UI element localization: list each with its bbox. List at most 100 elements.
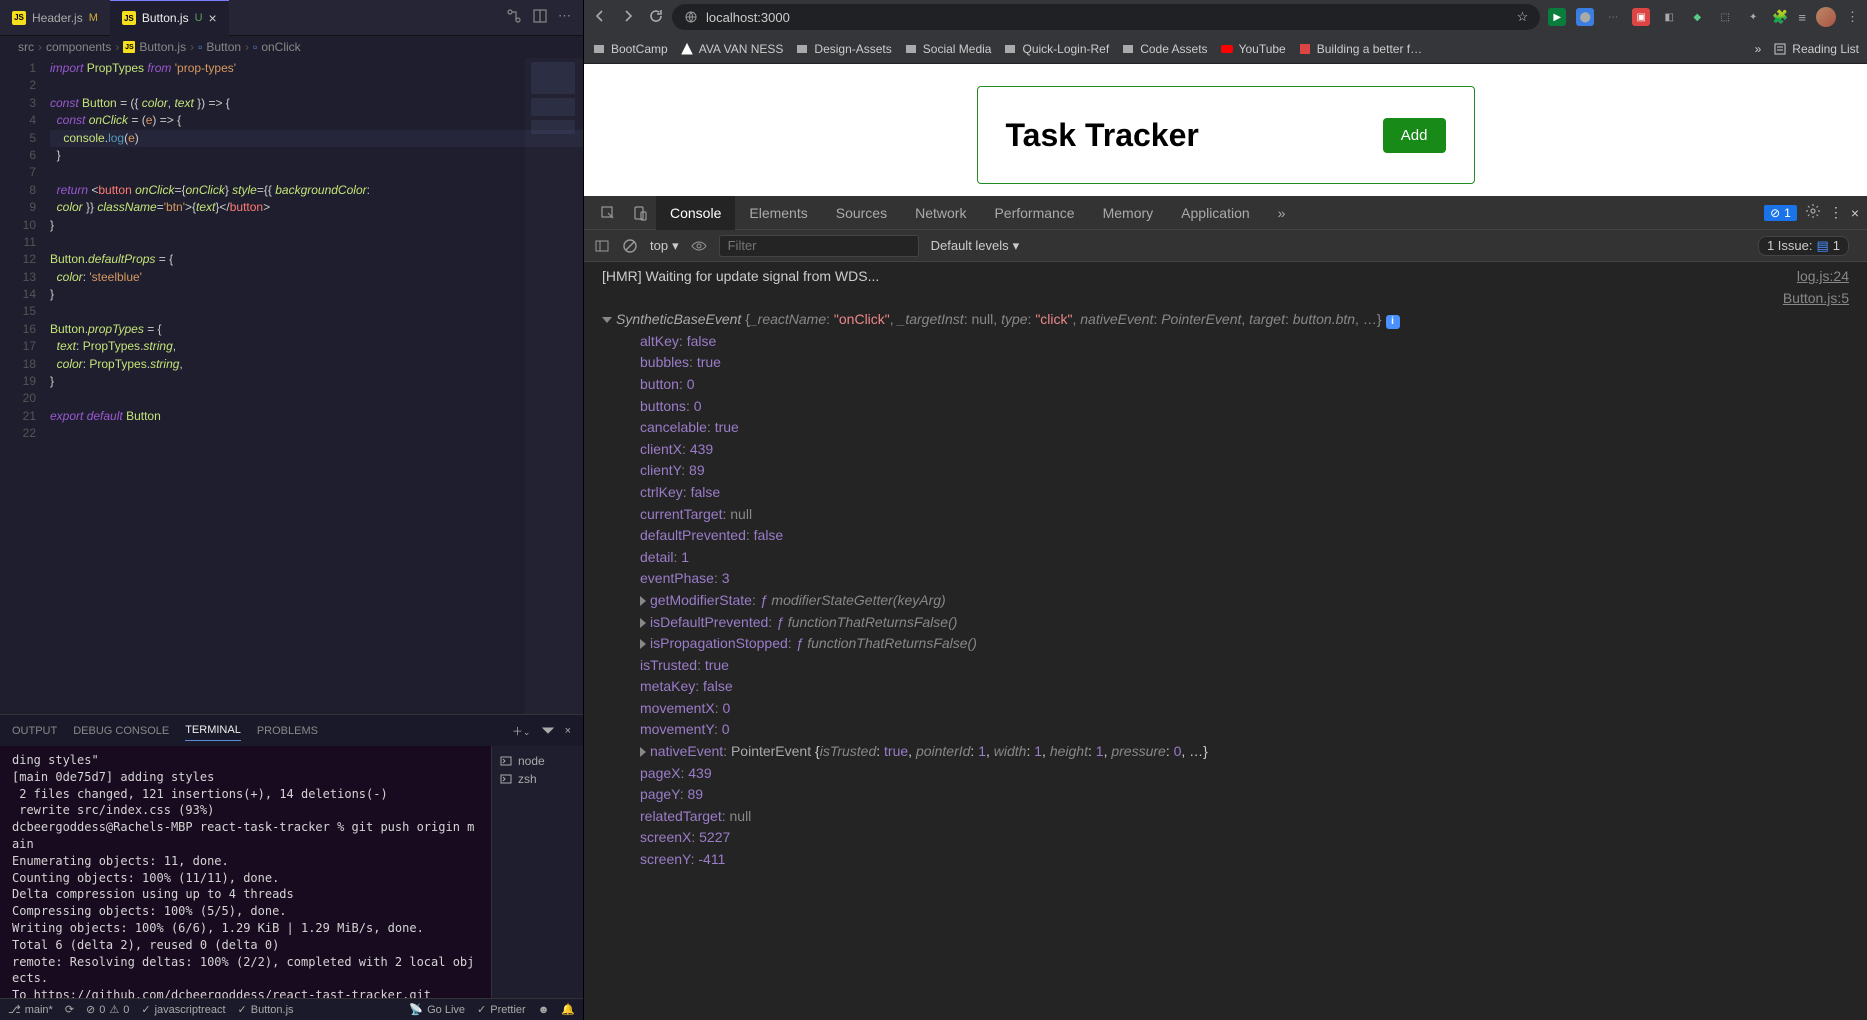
address-bar[interactable]: localhost:3000 ☆ <box>672 4 1540 30</box>
crumb[interactable]: src <box>18 40 34 54</box>
ext-icon[interactable]: ◧ <box>1660 8 1678 26</box>
browser-panel: localhost:3000 ☆ ▶ ⬤ ⋯ ▣ ◧ ◆ ⬚ ✦ 🧩 ≡ ⋮ B… <box>584 0 1867 1020</box>
url-text: localhost:3000 <box>706 10 790 25</box>
console-toolbar: top ▾ Default levels ▾ 1 Issue: ▤ 1 <box>584 230 1867 262</box>
js-icon: JS <box>12 11 26 25</box>
bookmark[interactable]: YouTube <box>1220 42 1286 56</box>
scope-selector[interactable]: top ▾ <box>650 238 679 254</box>
active-file[interactable]: ✓ Button.js <box>238 1003 294 1016</box>
ext-icon[interactable]: ◆ <box>1688 8 1706 26</box>
ext-icon[interactable]: ⬤ <box>1576 8 1594 26</box>
ext-icon[interactable]: ⬚ <box>1716 8 1734 26</box>
bookmark[interactable]: Quick-Login-Ref <box>1003 42 1109 56</box>
avatar[interactable] <box>1816 7 1836 27</box>
task-tracker-card: Task Tracker Add <box>977 86 1475 184</box>
device-icon[interactable] <box>624 205 656 221</box>
bell-icon[interactable]: 🔔 <box>561 1003 575 1016</box>
app-title: Task Tracker <box>1006 117 1199 154</box>
tab-label: Header.js <box>32 11 83 25</box>
crumb[interactable]: components <box>46 40 111 54</box>
tab-console[interactable]: Console <box>656 196 735 230</box>
maximize-icon[interactable] <box>541 722 555 739</box>
filter-input[interactable] <box>719 235 919 257</box>
extensions-icon[interactable]: 🧩 <box>1772 9 1788 25</box>
devtools: Console Elements Sources Network Perform… <box>584 196 1867 1020</box>
terminal-content[interactable]: ding styles" [main 0de75d7] adding style… <box>0 746 491 998</box>
minimap[interactable] <box>525 58 583 714</box>
clear-console-icon[interactable] <box>622 238 638 254</box>
tab-sources[interactable]: Sources <box>822 196 901 230</box>
feedback-icon[interactable]: ☻ <box>538 1003 550 1016</box>
ext-icon[interactable]: ⋯ <box>1604 8 1622 26</box>
tab-network[interactable]: Network <box>901 196 980 230</box>
reload-icon[interactable] <box>648 8 664 27</box>
terminal-list: node zsh <box>491 746 583 998</box>
back-icon[interactable] <box>592 8 608 27</box>
bookmark[interactable]: BootCamp <box>592 42 668 56</box>
tab-overflow[interactable]: » <box>1264 196 1300 230</box>
settings-icon[interactable] <box>1805 203 1821 222</box>
tab-elements[interactable]: Elements <box>735 196 821 230</box>
ext-icon[interactable]: ✦ <box>1744 8 1762 26</box>
tab-status: M <box>89 12 98 24</box>
tab-memory[interactable]: Memory <box>1089 196 1168 230</box>
reading-list[interactable]: Reading List <box>1773 42 1859 56</box>
language-mode[interactable]: ✓ javascriptreact <box>141 1003 225 1016</box>
more-icon[interactable]: ⋯ <box>558 8 571 27</box>
chrome-menu-icon[interactable]: ⋮ <box>1846 9 1859 25</box>
line-gutter: 12345678910111213141516171819202122 <box>0 58 50 714</box>
bookmark[interactable]: Social Media <box>904 42 992 56</box>
breadcrumb[interactable]: src › components › JS Button.js › ▫ Butt… <box>0 36 583 58</box>
add-terminal-icon[interactable]: ＋⌄ <box>512 723 531 739</box>
panel-tabs: OUTPUT DEBUG CONSOLE TERMINAL PROBLEMS ＋… <box>0 714 583 746</box>
ext-icon[interactable]: ▶ <box>1548 8 1566 26</box>
terminal-item-zsh[interactable]: zsh <box>500 770 575 788</box>
prettier-button[interactable]: ✓ Prettier <box>477 1003 526 1016</box>
add-button[interactable]: Add <box>1383 118 1446 153</box>
crumb[interactable]: Button.js <box>139 40 186 54</box>
bookmark[interactable]: Building a better f… <box>1298 42 1422 56</box>
compare-icon[interactable] <box>506 8 522 27</box>
close-icon[interactable]: × <box>209 10 217 26</box>
errors-count[interactable]: ⊘ 0 ⚠ 0 <box>86 1003 129 1016</box>
tab-output[interactable]: OUTPUT <box>12 721 57 741</box>
sync-icon[interactable]: ⟳ <box>65 1003 74 1016</box>
bookmark[interactable]: Design-Assets <box>795 42 891 56</box>
forward-icon[interactable] <box>620 8 636 27</box>
tab-problems[interactable]: PROBLEMS <box>257 721 318 741</box>
go-live-button[interactable]: 📡 Go Live <box>409 1003 465 1016</box>
devtools-tabs: Console Elements Sources Network Perform… <box>584 196 1867 230</box>
bookmark-overflow[interactable]: » <box>1755 42 1762 56</box>
editor-tabs: JS Header.js M JS Button.js U × ⋯ <box>0 0 583 36</box>
tab-label: Button.js <box>142 11 189 25</box>
crumb[interactable]: Button <box>206 40 241 54</box>
ext-icon[interactable]: ▣ <box>1632 8 1650 26</box>
menu-icon[interactable]: ≡ <box>1798 10 1806 25</box>
issues-indicator[interactable]: 1 Issue: ▤ 1 <box>1758 236 1849 256</box>
tab-terminal[interactable]: TERMINAL <box>185 720 241 741</box>
close-panel-icon[interactable]: × <box>565 725 571 737</box>
sidebar-icon[interactable] <box>594 238 610 254</box>
console-output[interactable]: [HMR] Waiting for update signal from WDS… <box>584 262 1867 1020</box>
tab-header-js[interactable]: JS Header.js M <box>0 0 110 36</box>
tab-performance[interactable]: Performance <box>980 196 1088 230</box>
devtools-menu-icon[interactable]: ⋮ <box>1829 204 1843 221</box>
log-levels[interactable]: Default levels ▾ <box>931 238 1020 254</box>
close-devtools-icon[interactable]: × <box>1851 205 1859 221</box>
tab-application[interactable]: Application <box>1167 196 1264 230</box>
split-icon[interactable] <box>532 8 548 27</box>
tab-debug-console[interactable]: DEBUG CONSOLE <box>73 721 169 741</box>
branch-indicator[interactable]: ⎇ main* <box>8 1003 53 1016</box>
bookmark[interactable]: Code Assets <box>1121 42 1207 56</box>
crumb[interactable]: onClick <box>261 40 300 54</box>
error-badge[interactable]: ⊘ 1 <box>1764 205 1797 221</box>
star-icon[interactable]: ☆ <box>1517 9 1529 25</box>
code-editor[interactable]: 12345678910111213141516171819202122 impo… <box>0 58 583 714</box>
symbol-icon: ▫ <box>253 40 257 54</box>
bookmark[interactable]: AVA VAN NESS <box>680 42 784 56</box>
code-content[interactable]: import PropTypes from 'prop-types'const … <box>50 58 583 714</box>
inspect-icon[interactable] <box>592 205 624 221</box>
terminal-item-node[interactable]: node <box>500 752 575 770</box>
eye-icon[interactable] <box>691 238 707 254</box>
tab-button-js[interactable]: JS Button.js U × <box>110 0 229 36</box>
